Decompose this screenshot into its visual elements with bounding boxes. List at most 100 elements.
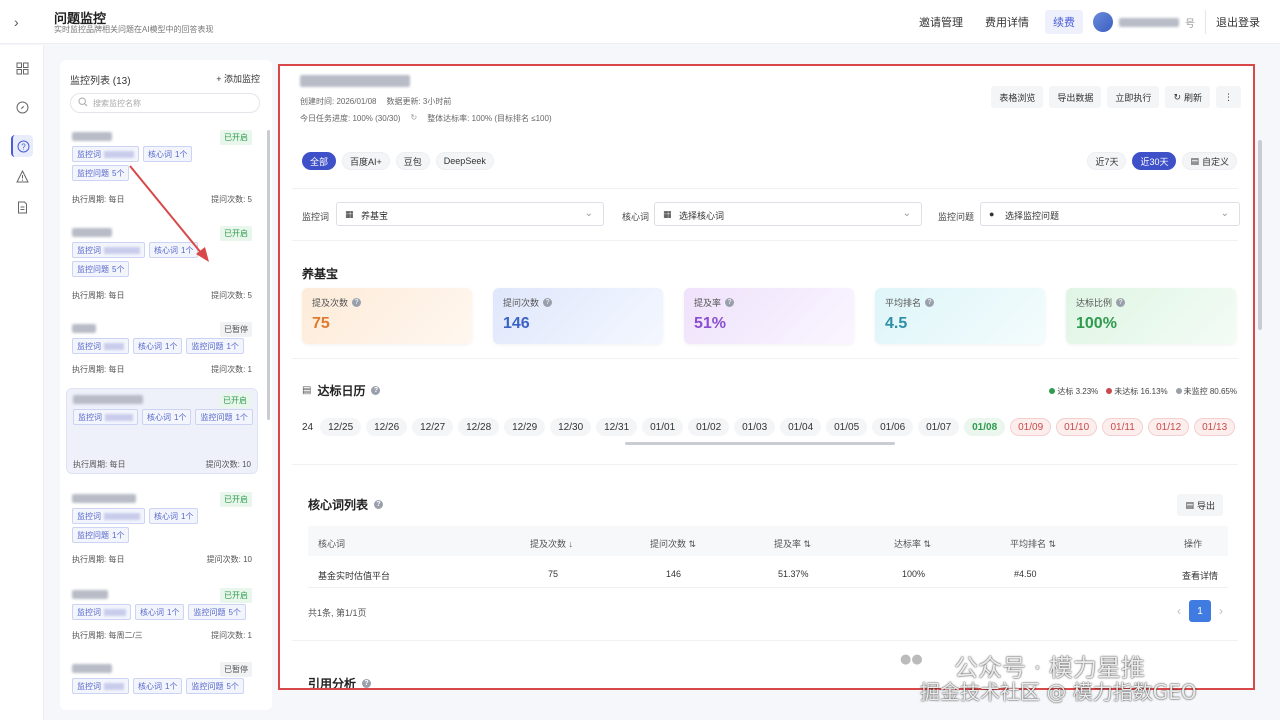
export-label: 导出 xyxy=(1196,500,1215,511)
core-word-placeholder: 选择核心词 xyxy=(679,211,725,221)
calendar-legend: 达标 3.23% 未达标 16.13% 未监控 80.65% xyxy=(1049,386,1237,397)
view-details-link[interactable]: 查看详情 xyxy=(1182,569,1218,582)
calendar-date[interactable]: 12/26 xyxy=(366,418,408,436)
overall-reach-rate: 整体达标率: 100% (目标排名 ≤100) xyxy=(427,114,552,123)
pagination-summary: 共1条, 第1/1页 xyxy=(308,608,367,618)
calendar-date[interactable]: 01/02 xyxy=(688,418,730,436)
citation-title: 引用分析 xyxy=(308,677,357,690)
calendar-date[interactable]: 24 xyxy=(300,418,315,436)
help-icon[interactable]: ? xyxy=(925,298,935,307)
core-word-label: 核心词 xyxy=(622,212,650,222)
calendar-date[interactable]: 12/31 xyxy=(596,418,638,436)
col-avg-rank[interactable]: 平均排名 ⇅ xyxy=(1010,537,1056,550)
divider xyxy=(292,358,1238,359)
calendar-date[interactable]: 01/12 xyxy=(1148,418,1190,436)
calendar-icon: ▤ xyxy=(1190,155,1199,166)
core-word-select[interactable]: ▦ 选择核心词 ⌄ xyxy=(654,202,922,226)
calendar-date[interactable]: 12/25 xyxy=(320,418,362,436)
model-tab-all[interactable]: 全部 xyxy=(302,152,337,170)
table-view-button[interactable]: 表格浏览 xyxy=(991,86,1044,108)
chevron-down-icon: ⌄ xyxy=(584,208,593,219)
file-icon: ▤ xyxy=(1185,499,1194,510)
pagination: ‹ 1 › xyxy=(1177,600,1223,622)
circle-icon: ● xyxy=(989,209,995,219)
col-actions: 操作 xyxy=(1184,539,1203,549)
calendar-section-title: ▤ 达标日历 ? xyxy=(302,382,381,399)
more-vertical-icon: ⋮ xyxy=(1224,91,1233,102)
calendar-date[interactable]: 01/11 xyxy=(1102,418,1144,436)
filter-bar: 监控词 ▦ 养基宝 ⌄ 核心词 ▦ 选择核心词 ⌄ 监控问题 ● 选择监控问题 … xyxy=(302,202,1242,228)
more-options-button[interactable]: ⋮ xyxy=(1216,86,1241,108)
page-button[interactable]: 1 xyxy=(1189,600,1211,622)
kpi-value: 4.5 xyxy=(885,315,908,332)
monitor-word-select[interactable]: ▦ 养基宝 ⌄ xyxy=(336,202,604,226)
divider xyxy=(292,240,1238,241)
col-asks[interactable]: 提问次数 ⇅ xyxy=(650,537,696,550)
help-icon[interactable]: ? xyxy=(543,298,553,307)
divider xyxy=(292,188,1238,189)
range-custom[interactable]: ▤ 自定义 xyxy=(1182,152,1237,170)
calendar-date[interactable]: 01/05 xyxy=(826,418,868,436)
calendar-date[interactable]: 01/13 xyxy=(1194,418,1236,436)
range-30-days[interactable]: 近30天 xyxy=(1132,152,1177,170)
export-data-button[interactable]: 导出数据 xyxy=(1049,86,1102,108)
model-tab-baidu[interactable]: 百度AI+ xyxy=(342,152,390,170)
calendar-date[interactable]: 01/09 xyxy=(1010,418,1052,436)
calendar-dates: 24 12/25 12/26 12/27 12/28 12/29 12/30 12/31 01/… xyxy=(300,418,1236,436)
prev-page-icon[interactable]: ‹ xyxy=(1177,604,1181,618)
calendar-date[interactable]: 01/07 xyxy=(918,418,960,436)
help-icon[interactable]: ? xyxy=(362,679,372,688)
citation-section-title: 引用分析 ? xyxy=(308,675,372,690)
legend-fail-label: 未达标 16.13% xyxy=(1114,387,1168,396)
question-select[interactable]: ● 选择监控问题 ⌄ xyxy=(980,202,1240,226)
list-icon: ▦ xyxy=(663,209,672,219)
task-progress: 今日任务进度: 100% (30/30) xyxy=(300,114,401,123)
monitor-detail-panel: 创建时间: 2026/01/08 数据更新: 3小时前 今日任务进度: 100%… xyxy=(278,64,1255,690)
chevron-down-icon: ⌄ xyxy=(1220,208,1229,219)
date-range-filter: 近7天 近30天 ▤ 自定义 xyxy=(1087,152,1237,170)
divider xyxy=(292,464,1238,465)
calendar-date[interactable]: 12/30 xyxy=(550,418,592,436)
col-reach-rate[interactable]: 达标率 ⇅ xyxy=(894,537,931,550)
calendar-date[interactable]: 01/01 xyxy=(642,418,684,436)
calendar-date[interactable]: 01/10 xyxy=(1056,418,1098,436)
calendar-date[interactable]: 01/08 xyxy=(964,418,1006,436)
legend-none-label: 未监控 80.65% xyxy=(1183,387,1237,396)
run-now-button[interactable]: 立即执行 xyxy=(1107,86,1160,108)
model-tab-deepseek[interactable]: DeepSeek xyxy=(435,152,494,170)
calendar-date[interactable]: 12/29 xyxy=(504,418,546,436)
refresh-small-icon[interactable]: ↻ xyxy=(410,113,417,124)
calendar-date[interactable]: 01/03 xyxy=(734,418,776,436)
export-button[interactable]: ▤ 导出 xyxy=(1177,494,1223,516)
calendar-date[interactable]: 12/27 xyxy=(412,418,454,436)
range-7-days[interactable]: 近7天 xyxy=(1087,152,1127,170)
core-list-section-title: 核心词列表 ? xyxy=(308,496,384,513)
help-icon[interactable]: ? xyxy=(725,298,735,307)
calendar-date[interactable]: 01/06 xyxy=(872,418,914,436)
monitor-title-redacted xyxy=(300,75,410,87)
col-mentions[interactable]: 提及次数 ↓ xyxy=(530,537,573,550)
calendar-icon: ▤ xyxy=(302,385,312,396)
help-icon[interactable]: ? xyxy=(1116,298,1126,307)
help-icon[interactable]: ? xyxy=(352,298,362,307)
calendar-scrollbar[interactable] xyxy=(625,442,895,445)
legend-none: 未监控 80.65% xyxy=(1175,386,1237,397)
cell-reach-rate: 100% xyxy=(902,569,926,579)
kpi-value: 51% xyxy=(694,315,727,332)
created-time: 创建时间: 2026/01/08 xyxy=(300,97,377,106)
keyword-title: 养基宝 xyxy=(302,267,339,281)
calendar-date[interactable]: 01/04 xyxy=(780,418,822,436)
page-scrollbar[interactable] xyxy=(1258,140,1262,330)
help-icon[interactable]: ? xyxy=(371,386,381,395)
next-page-icon[interactable]: › xyxy=(1219,604,1223,618)
table-header: 核心词 提及次数 ↓ 提问次数 ⇅ 提及率 ⇅ 达标率 ⇅ 平均排名 ⇅ 操作 xyxy=(308,526,1228,556)
col-mention-rate[interactable]: 提及率 ⇅ xyxy=(774,537,811,550)
col-core-word: 核心词 xyxy=(318,539,346,549)
kpi-label: 达标比例 xyxy=(1076,298,1113,308)
divider xyxy=(292,640,1238,641)
calendar-date[interactable]: 12/28 xyxy=(458,418,500,436)
refresh-button[interactable]: ↻ 刷新 xyxy=(1165,86,1210,108)
help-icon[interactable]: ? xyxy=(374,500,384,509)
model-tab-doubao[interactable]: 豆包 xyxy=(395,152,430,170)
chevron-down-icon: ⌄ xyxy=(902,208,911,219)
